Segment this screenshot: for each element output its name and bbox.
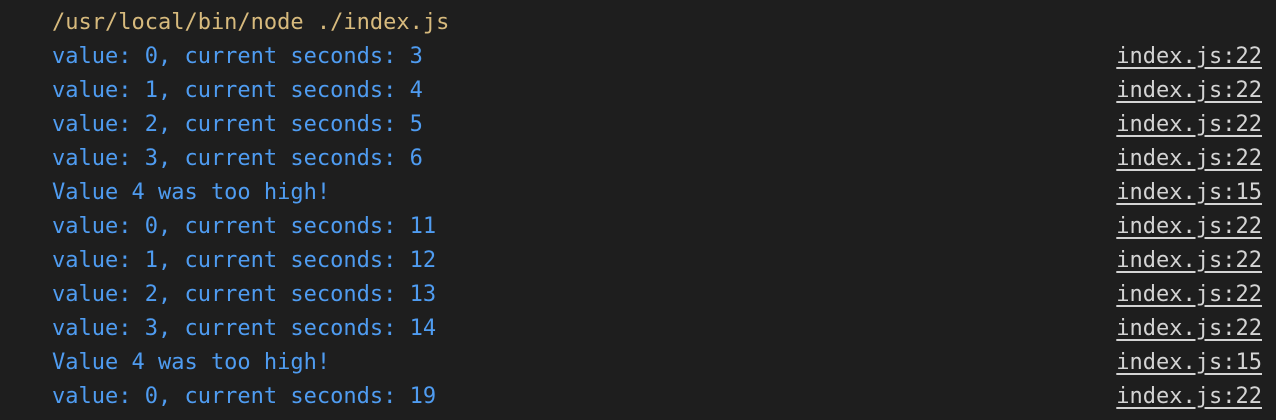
source-link[interactable]: index.js:15: [1116, 346, 1262, 380]
source-link[interactable]: index.js:22: [1116, 312, 1262, 346]
console-message: value: 3, current seconds: 14: [52, 316, 437, 341]
console-message: Value 4 was too high!: [52, 180, 331, 205]
console-line: value: 1, current seconds: 4 index.js:22: [52, 74, 1262, 108]
source-link[interactable]: index.js:22: [1116, 40, 1262, 74]
source-link[interactable]: index.js:22: [1116, 380, 1262, 414]
console-message: value: 2, current seconds: 13: [52, 282, 437, 307]
console-message: value: 0, current seconds: 3: [52, 44, 423, 69]
console-line: value: 3, current seconds: 6 index.js:22: [52, 142, 1262, 176]
command-line: /usr/local/bin/node ./index.js: [52, 10, 450, 35]
console-message: value: 1, current seconds: 12: [52, 248, 437, 273]
console-message: value: 2, current seconds: 5: [52, 112, 423, 137]
source-link[interactable]: index.js:22: [1116, 74, 1262, 108]
console-message: value: 1, current seconds: 4: [52, 78, 423, 103]
source-link[interactable]: index.js:22: [1116, 108, 1262, 142]
console-line: value: 1, current seconds: 12 index.js:2…: [52, 244, 1262, 278]
console-message: value: 0, current seconds: 11: [52, 214, 437, 239]
console-message: value: 0, current seconds: 19: [52, 384, 437, 409]
source-link[interactable]: index.js:22: [1116, 278, 1262, 312]
source-link[interactable]: index.js:22: [1116, 142, 1262, 176]
debug-console: /usr/local/bin/node ./index.js value: 0,…: [0, 0, 1276, 420]
console-message: Value 4 was too high!: [52, 350, 331, 375]
source-link[interactable]: index.js:22: [1116, 210, 1262, 244]
source-link[interactable]: index.js:22: [1116, 244, 1262, 278]
console-line: Value 4 was too high! index.js:15: [52, 346, 1262, 380]
console-line: value: 3, current seconds: 14 index.js:2…: [52, 312, 1262, 346]
console-line: value: 0, current seconds: 11 index.js:2…: [52, 210, 1262, 244]
console-line: Value 4 was too high! index.js:15: [52, 176, 1262, 210]
console-line: value: 2, current seconds: 5 index.js:22: [52, 108, 1262, 142]
console-message: value: 3, current seconds: 6: [52, 146, 423, 171]
console-line: value: 0, current seconds: 19 index.js:2…: [52, 380, 1262, 414]
console-line: value: 0, current seconds: 3 index.js:22: [52, 40, 1262, 74]
source-link[interactable]: index.js:15: [1116, 176, 1262, 210]
console-line: value: 2, current seconds: 13 index.js:2…: [52, 278, 1262, 312]
output-lines: value: 0, current seconds: 3 index.js:22…: [52, 40, 1262, 414]
